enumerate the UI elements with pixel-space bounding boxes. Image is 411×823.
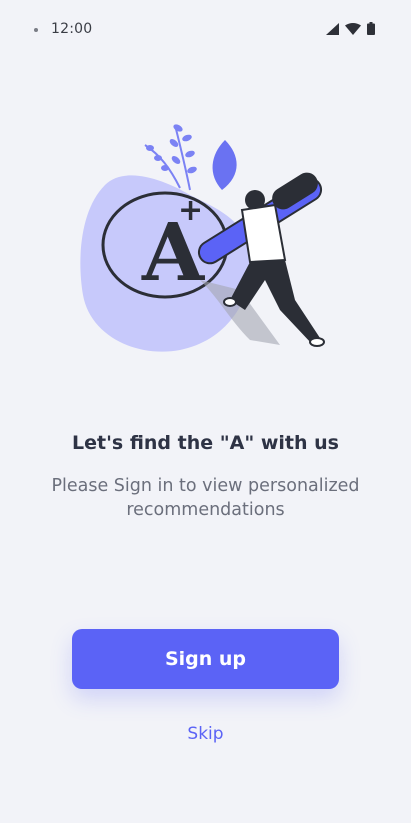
skip-link[interactable]: Skip [0, 724, 411, 744]
wifi-icon [345, 22, 361, 35]
signal-icon [326, 22, 339, 35]
grade-plus: + [178, 193, 203, 228]
onboarding-subtext: Please Sign in to view personalized reco… [51, 476, 360, 520]
status-bar: 12:00 [0, 0, 411, 60]
status-icons [326, 22, 375, 35]
status-time: 12:00 [51, 21, 93, 37]
notification-dot [34, 28, 38, 32]
grade-a-plus-illustration: A + [80, 124, 325, 352]
battery-icon [367, 22, 375, 35]
signup-button[interactable]: Sign up [72, 629, 339, 689]
leaf-decoration [144, 124, 237, 191]
onboarding-headline: Let's find the "A" with us [72, 432, 339, 454]
